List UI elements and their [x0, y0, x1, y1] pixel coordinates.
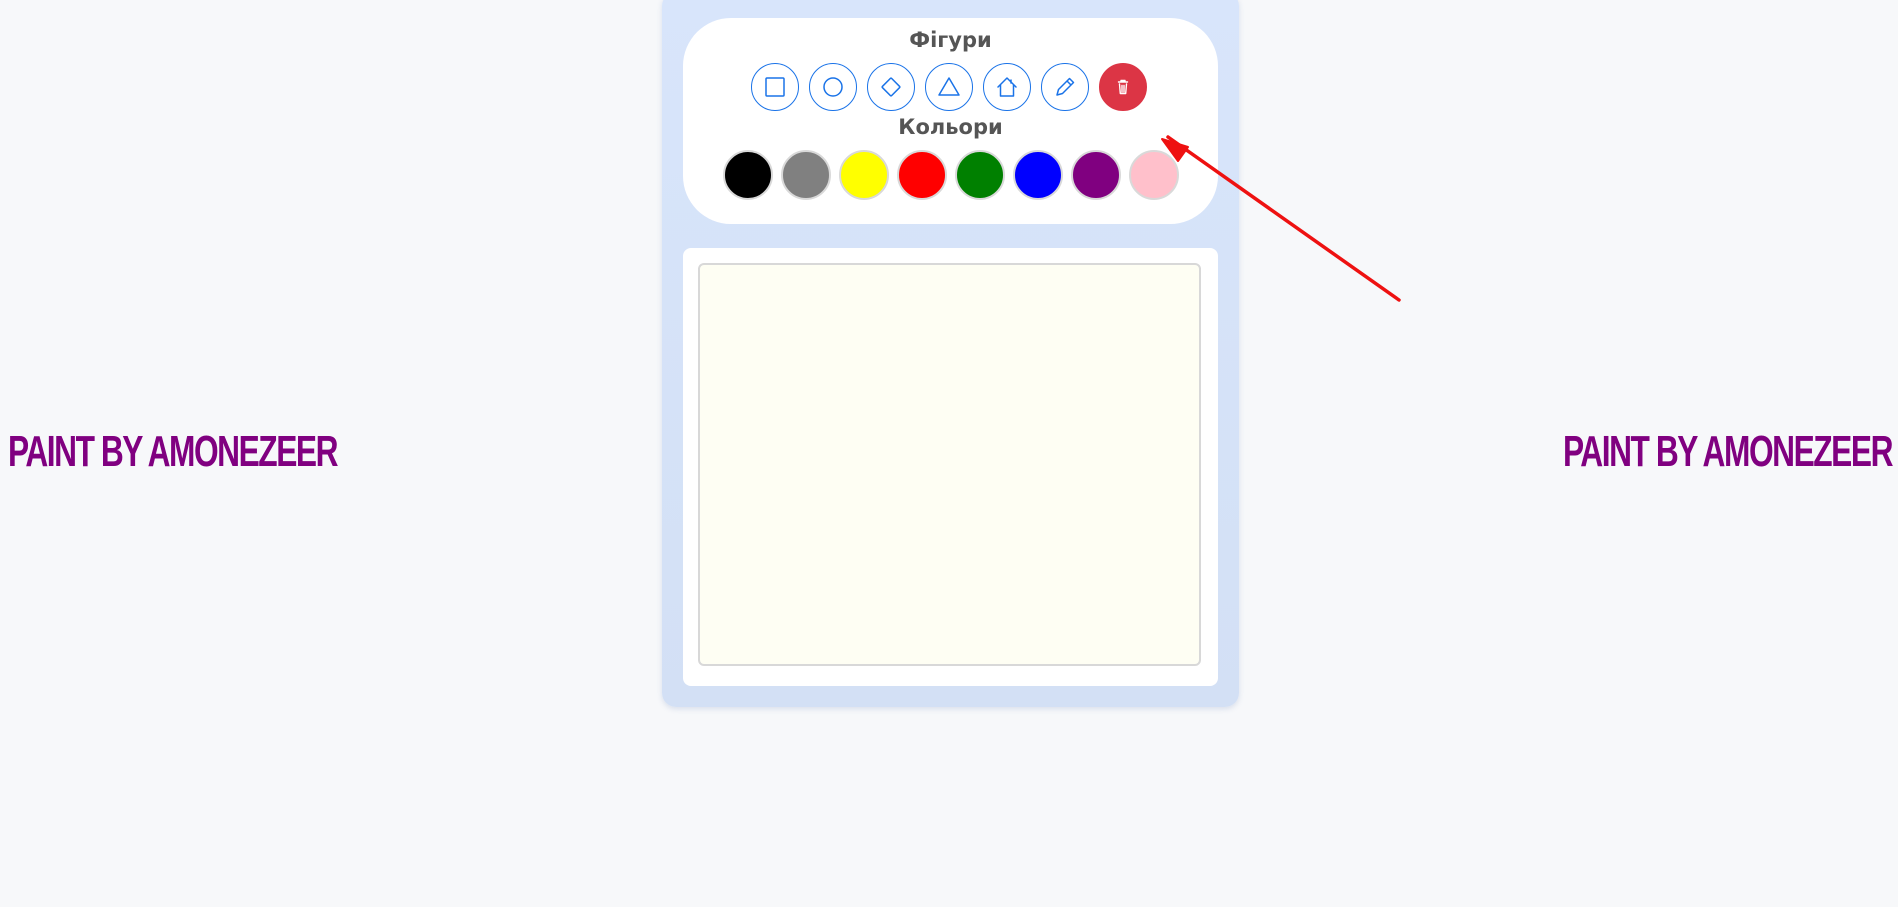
- square-shape-button[interactable]: [751, 63, 799, 111]
- drawing-canvas[interactable]: [698, 263, 1201, 666]
- canvas-card: [683, 248, 1218, 686]
- pencil-icon: [1056, 77, 1075, 96]
- house-icon: [997, 77, 1017, 97]
- color-swatch-blue[interactable]: [1013, 150, 1063, 200]
- side-title-right: PAINT BY AMONEZEER: [1562, 427, 1893, 476]
- color-swatch-purple[interactable]: [1071, 150, 1121, 200]
- colors-label: Кольори: [898, 115, 1003, 139]
- pencil-shape-button[interactable]: [1041, 63, 1089, 111]
- diamond-shape-button[interactable]: [867, 63, 915, 111]
- paint-panel: Фігури Кольори: [662, 0, 1239, 707]
- delete-button[interactable]: [1099, 63, 1147, 111]
- color-swatch-red[interactable]: [897, 150, 947, 200]
- square-icon: [765, 77, 785, 97]
- diamond-icon: [881, 77, 901, 97]
- color-swatch-green[interactable]: [955, 150, 1005, 200]
- trash-icon: [1117, 79, 1129, 95]
- red-arrow-annotation: [1161, 135, 1401, 302]
- circle-shape-button[interactable]: [809, 63, 857, 111]
- shapes-label: Фігури: [909, 28, 992, 52]
- house-shape-button[interactable]: [983, 63, 1031, 111]
- triangle-icon: [938, 77, 960, 96]
- circle-icon: [823, 77, 843, 97]
- color-swatch-gray[interactable]: [781, 150, 831, 200]
- triangle-shape-button[interactable]: [925, 63, 973, 111]
- color-swatch-black[interactable]: [723, 150, 773, 200]
- color-swatch-yellow[interactable]: [839, 150, 889, 200]
- toolbar: Фігури Кольори: [683, 18, 1218, 224]
- side-title-left: PAINT BY AMONEZEER: [8, 427, 338, 476]
